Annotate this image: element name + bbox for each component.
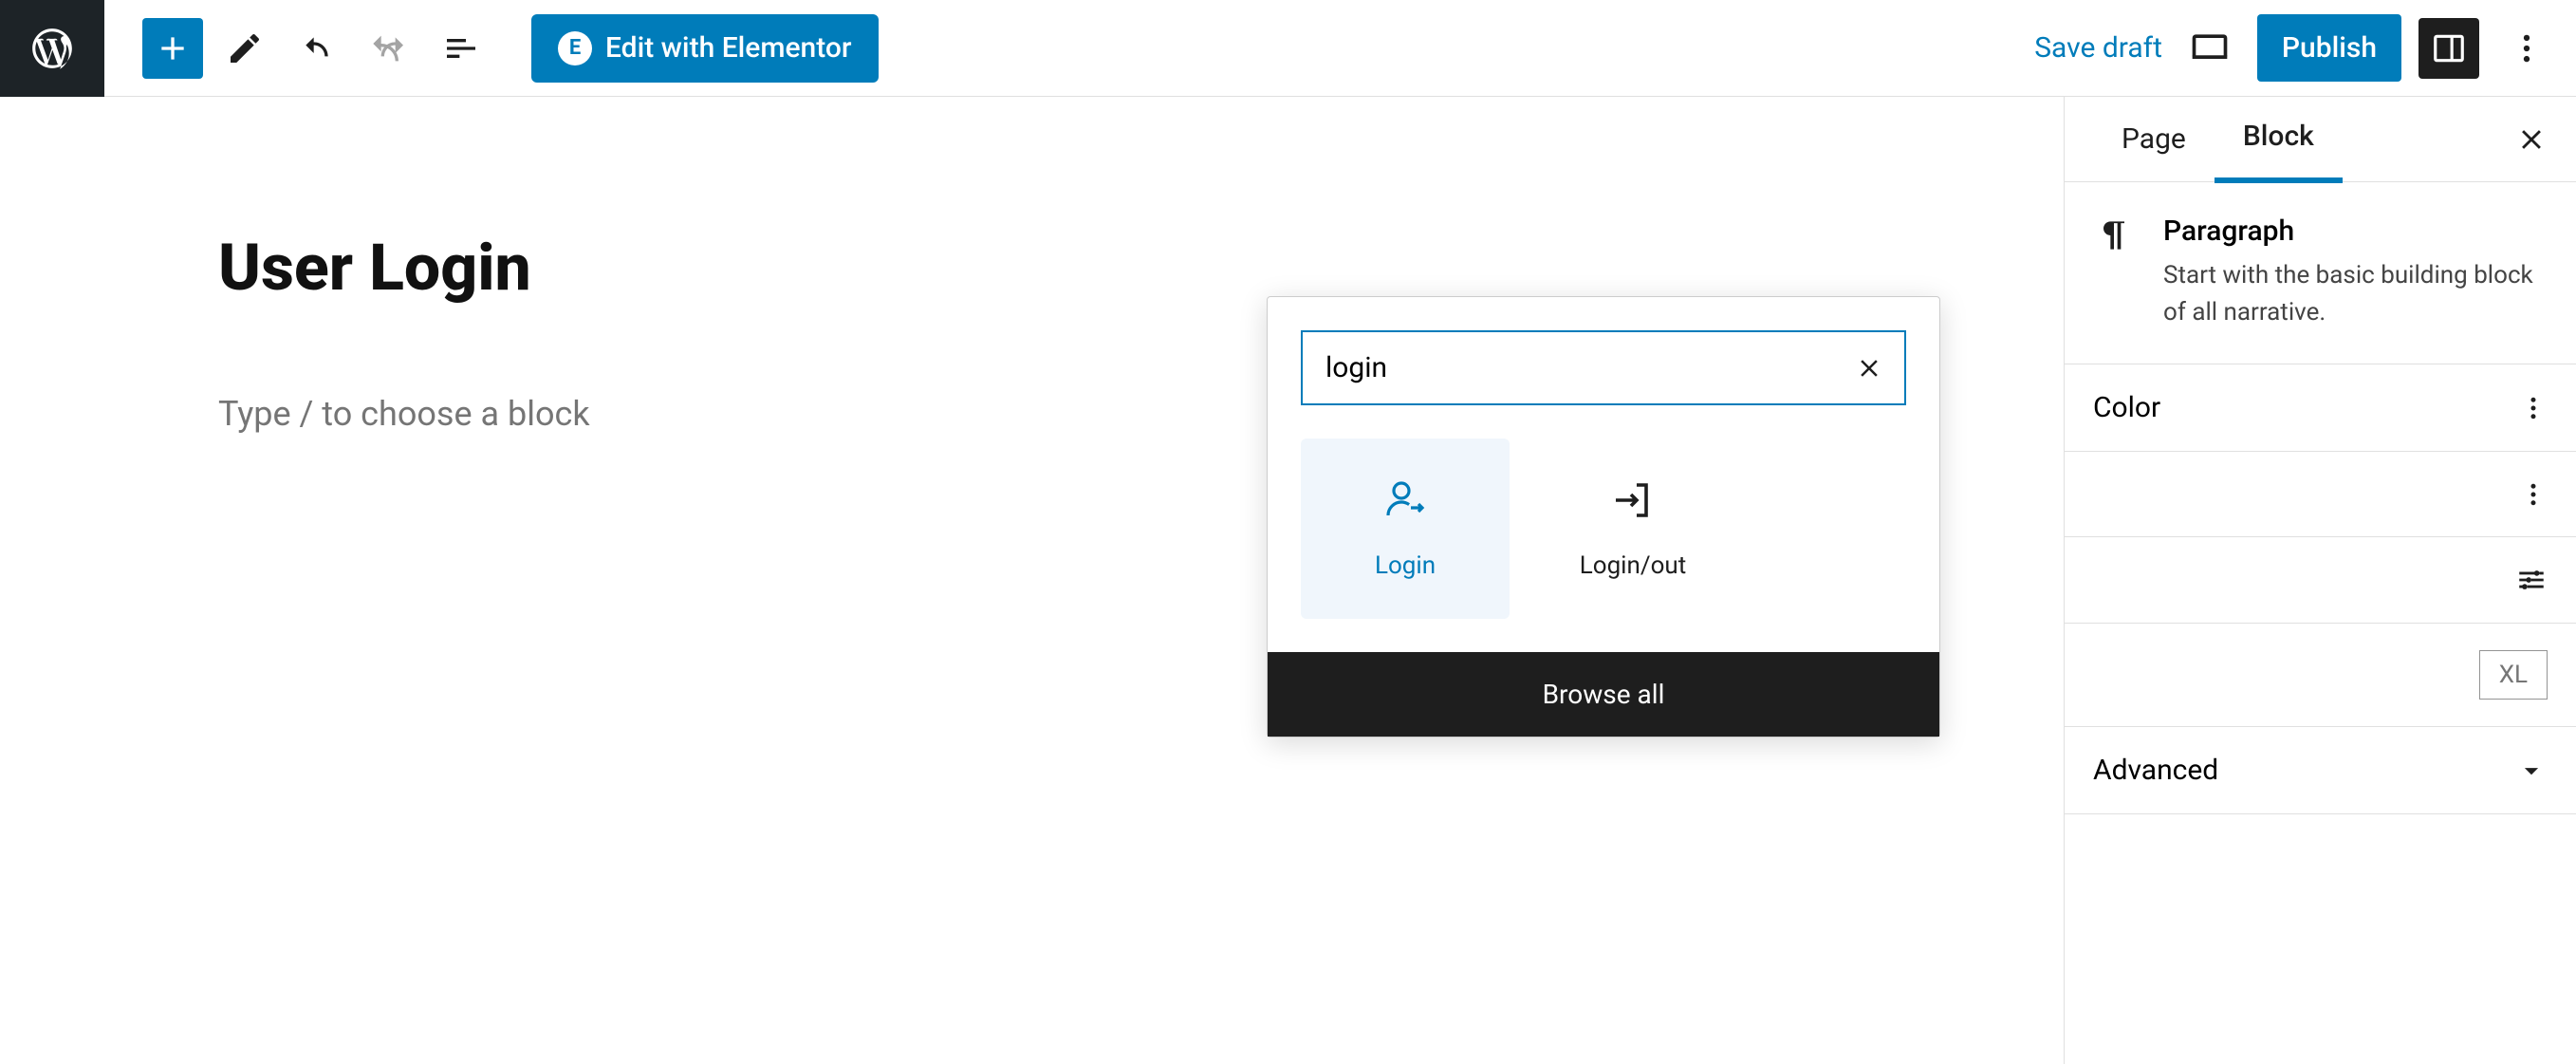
sidebar-tabs: Page Block [2065, 97, 2576, 182]
wordpress-logo[interactable] [0, 0, 104, 97]
close-sidebar-button[interactable] [2515, 123, 2548, 156]
clear-search-button[interactable] [1855, 354, 1883, 383]
list-view-icon [442, 29, 480, 67]
size-xl-button[interactable]: XL [2479, 650, 2548, 700]
block-info: Paragraph Start with the basic building … [2065, 182, 2576, 364]
elementor-label: Edit with Elementor [605, 31, 852, 65]
login-user-icon [1382, 477, 1428, 523]
panel-size-row [2065, 537, 2576, 624]
panel-typography[interactable] [2065, 452, 2576, 537]
panel-advanced[interactable]: Advanced [2065, 727, 2576, 814]
panel-label: Advanced [2093, 754, 2218, 787]
close-icon [1855, 354, 1883, 383]
document-overview-button[interactable] [431, 18, 491, 79]
inserter-results: Login Login/out [1268, 439, 1939, 652]
sliders-icon[interactable] [2515, 564, 2548, 596]
publish-button[interactable]: Publish [2257, 14, 2401, 82]
settings-toggle[interactable] [2418, 18, 2479, 79]
more-vertical-icon [2519, 480, 2548, 509]
add-block-button[interactable] [142, 18, 203, 79]
elementor-icon: E [558, 31, 592, 65]
block-item-label: Login/out [1580, 551, 1687, 580]
panel-size-options: XL [2065, 624, 2576, 727]
page-title[interactable]: User Login [218, 230, 1817, 306]
editor-top-bar: E Edit with Elementor Save draft Publish [0, 0, 2576, 97]
block-search-input[interactable] [1301, 330, 1906, 405]
more-vertical-icon [2519, 394, 2548, 422]
close-icon [2515, 123, 2548, 156]
loginout-icon [1610, 477, 1656, 523]
block-item-login[interactable]: Login [1301, 439, 1510, 619]
tools-button[interactable] [214, 18, 275, 79]
save-draft-link[interactable]: Save draft [2034, 31, 2162, 65]
settings-sidebar: Page Block Paragraph Start with the basi… [2064, 97, 2576, 1064]
block-info-title: Paragraph [2163, 215, 2548, 248]
more-vertical-icon [2509, 30, 2545, 66]
tab-block[interactable]: Block [2215, 95, 2343, 183]
tab-page[interactable]: Page [2093, 98, 2215, 180]
edit-with-elementor-button[interactable]: E Edit with Elementor [531, 14, 879, 83]
main-area: User Login Type / to choose a block [0, 97, 2576, 1064]
redo-icon [370, 29, 408, 67]
undo-button[interactable] [287, 18, 347, 79]
chevron-down-icon [2515, 755, 2548, 787]
undo-icon [298, 29, 336, 67]
block-item-label: Login [1375, 551, 1436, 580]
preview-button[interactable] [2179, 18, 2240, 79]
block-inserter-popup: Login Login/out Browse all [1267, 296, 1940, 737]
browse-all-button[interactable]: Browse all [1268, 652, 1939, 737]
toolbar-right: Save draft Publish [2034, 14, 2557, 82]
inserter-search-wrap [1268, 297, 1939, 439]
options-button[interactable] [2496, 18, 2557, 79]
paragraph-icon [2093, 215, 2135, 331]
block-placeholder[interactable]: Type / to choose a block [218, 394, 590, 434]
block-info-desc: Start with the basic building block of a… [2163, 257, 2548, 331]
wordpress-icon [28, 25, 76, 72]
editor-canvas[interactable]: User Login Type / to choose a block [0, 97, 2064, 1064]
block-item-loginout[interactable]: Login/out [1529, 439, 1737, 619]
plus-icon [154, 29, 192, 67]
panel-color[interactable]: Color [2065, 364, 2576, 452]
panel-label: Color [2093, 391, 2160, 424]
redo-button[interactable] [359, 18, 419, 79]
desktop-icon [2189, 28, 2231, 69]
sidebar-icon [2431, 30, 2467, 66]
toolbar-left: E Edit with Elementor [104, 14, 879, 83]
pencil-icon [226, 29, 264, 67]
